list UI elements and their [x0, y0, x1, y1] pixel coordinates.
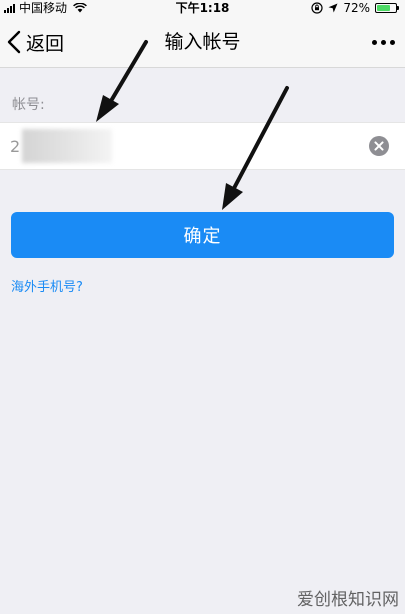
account-label: 帐号:: [12, 97, 45, 113]
battery-percent: 72%: [343, 1, 370, 15]
clear-icon[interactable]: [369, 136, 389, 156]
more-icon[interactable]: [372, 16, 395, 68]
annotation-arrows: [96, 40, 289, 210]
location-icon: [328, 3, 338, 13]
overseas-phone-link[interactable]: 海外手机号?: [11, 276, 83, 295]
confirm-button[interactable]: 确定: [11, 212, 394, 258]
page-title: 输入帐号: [164, 31, 241, 53]
lock-rotation-icon: [311, 2, 323, 14]
status-bar: 中国移动 下午1:18 72%: [0, 0, 405, 16]
status-right: 72%: [311, 0, 399, 16]
watermark: 爱创根知识网: [297, 590, 399, 610]
battery-fill: [377, 5, 390, 11]
account-row: [0, 122, 405, 170]
redaction-blur: [22, 129, 112, 163]
battery-icon: [375, 3, 399, 13]
nav-bar: 返回 输入帐号: [0, 16, 405, 68]
